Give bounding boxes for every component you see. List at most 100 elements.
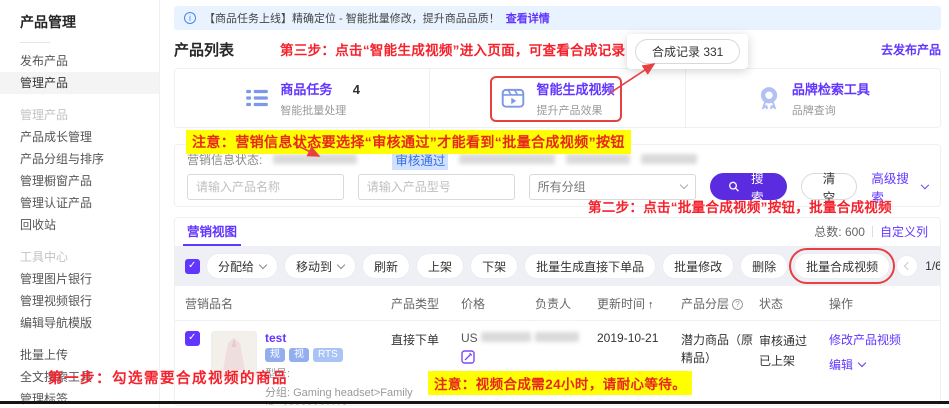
product-name-input[interactable] <box>196 180 335 194</box>
info-circle-icon: i <box>184 12 196 24</box>
modify-product-video-link[interactable]: 修改产品视频 <box>829 333 901 347</box>
blurred-price <box>481 332 531 342</box>
compose-record-button[interactable]: 合成记录 331 <box>635 39 740 64</box>
annotation-step1: 第一步：勾选需要合成视频的商品 <box>48 367 288 388</box>
sidebar-item-nav-template[interactable]: 编辑导航模版 <box>0 312 159 334</box>
chevron-down-icon <box>858 359 866 367</box>
edit-dropdown-link[interactable]: 编辑 <box>829 356 930 373</box>
product-model-field <box>358 174 515 200</box>
card-smart-video[interactable]: 智能生成视频 提升产品效果 <box>429 69 684 127</box>
sidebar-item-manage-product-sub[interactable]: 管理产品 <box>0 104 159 126</box>
blurred-status-option <box>273 154 357 164</box>
row-checkbox[interactable] <box>185 331 200 346</box>
col-price: 价格 <box>461 295 535 312</box>
col-type: 产品类型 <box>391 295 461 312</box>
move-to-label: 移动到 <box>296 258 332 275</box>
page-header: 产品列表 第三步：点击“智能生成视频”进入页面，可查看合成记录 去发布产品 <box>174 32 941 66</box>
product-tags: 规 视 RTS <box>265 348 413 362</box>
pagination: 1/60 <box>896 255 941 277</box>
sidebar-item-video-bank[interactable]: 管理视频银行 <box>0 290 159 312</box>
col-tier: 产品分层? <box>681 295 759 312</box>
card-subtitle: 智能批量处理 <box>280 102 360 118</box>
col-updated-label: 更新时间 <box>597 297 645 311</box>
product-name-field <box>187 174 344 200</box>
col-updated[interactable]: 更新时间 <box>597 295 681 312</box>
card-task-count: 4 <box>353 82 360 97</box>
annotation-step2: 第二步：点击“批量合成视频”按钮，批量合成视频 <box>588 196 892 216</box>
sidebar-item-product-growth[interactable]: 产品成长管理 <box>0 126 159 148</box>
status-listed: 已上架 <box>759 354 795 368</box>
publish-product-link[interactable]: 去发布产品 <box>881 41 941 58</box>
page-indicator: 1/60 <box>925 259 941 273</box>
divider <box>872 226 873 237</box>
prev-page-button[interactable] <box>896 255 918 277</box>
assign-to-button[interactable]: 分配给 <box>206 253 278 279</box>
price-currency: US <box>461 331 478 345</box>
table-summary: 总数: 600 自定义列 <box>814 223 928 246</box>
page-title: 产品列表 <box>174 39 234 60</box>
card-subtitle: 提升产品效果 <box>536 102 614 118</box>
product-management-screen: 产品管理 发布产品 管理产品 管理产品 产品成长管理 产品分组与排序 管理橱窗产… <box>0 0 949 408</box>
tab-marketing-view[interactable]: 营销视图 <box>187 221 237 246</box>
annotation-note-bottom: 注意：视频合成需24小时，请耐心等待。 <box>428 371 692 395</box>
list-on-button[interactable]: 上架 <box>416 253 464 279</box>
price-cell: US <box>461 331 535 367</box>
refresh-button[interactable]: 刷新 <box>362 253 410 279</box>
sidebar-item-image-bank[interactable]: 管理图片银行 <box>0 268 159 290</box>
blurred-status-option <box>641 154 697 164</box>
card-title: 智能生成视频 <box>536 79 614 98</box>
tag-badge: 视 <box>289 348 309 362</box>
clapperboard-icon <box>500 85 526 111</box>
annotation-step3: 第三步：点击“智能生成视频”进入页面，可查看合成记录 <box>280 39 625 59</box>
batch-compose-video-button[interactable]: 批量合成视频 <box>794 253 890 279</box>
sidebar-item-publish-product[interactable]: 发布产品 <box>0 50 159 72</box>
status-audit: 审核通过 <box>759 334 807 348</box>
status-cell: 审核通过 已上架 <box>759 331 829 372</box>
col-name: 营销品名 <box>185 295 391 312</box>
batch-edit-button[interactable]: 批量修改 <box>662 253 734 279</box>
chevron-down-icon <box>259 260 267 268</box>
col-owner: 负责人 <box>535 295 597 312</box>
sidebar-item-certified[interactable]: 管理认证产品 <box>0 192 159 214</box>
tag-badge: RTS <box>313 348 343 362</box>
updated-cell: 2019-10-21 <box>597 331 681 345</box>
list-icon <box>244 85 270 111</box>
banner-detail-link[interactable]: 查看详情 <box>506 10 550 26</box>
annotation-note-top: 注意：营销信息状态要选择“审核通过”才能看到“批量合成视频”按钮 <box>186 130 631 154</box>
blurred-owner <box>535 332 579 342</box>
edit-price-icon[interactable] <box>461 350 475 367</box>
batch-toolbar: 分配给 移动到 刷新 上架 下架 批量生成直接下单品 批量修改 删除 批量合成视… <box>175 246 940 286</box>
blurred-status-option <box>459 154 555 164</box>
sidebar: 产品管理 发布产品 管理产品 管理产品 产品成长管理 产品分组与排序 管理橱窗产… <box>0 0 160 408</box>
view-tabs: 营销视图 总数: 600 自定义列 <box>175 218 940 246</box>
sidebar-item-recycle-bin[interactable]: 回收站 <box>0 214 159 236</box>
chevron-left-icon <box>904 262 912 270</box>
col-status: 状态 <box>759 295 829 312</box>
card-brand-search[interactable]: 品牌检索工具 品牌查询 <box>685 69 940 127</box>
sidebar-divider <box>20 42 50 43</box>
chevron-down-icon <box>921 181 929 189</box>
product-model-input[interactable] <box>367 180 506 194</box>
feature-cards: 商品任务 4 智能批量处理 智能生成视频 提升产品效果 <box>174 68 941 128</box>
owner-cell <box>535 331 597 345</box>
sidebar-item-showcase[interactable]: 管理橱窗产品 <box>0 170 159 192</box>
question-circle-icon[interactable]: ? <box>732 299 743 310</box>
col-tier-label: 产品分层 <box>681 297 729 311</box>
table-header-row: 营销品名 产品类型 价格 负责人 更新时间 产品分层? 状态 操作 <box>175 286 940 321</box>
chevron-down-icon <box>337 260 345 268</box>
card-title: 品牌检索工具 <box>792 79 870 98</box>
sidebar-item-manage-product[interactable]: 管理产品 <box>0 72 159 94</box>
list-off-button[interactable]: 下架 <box>470 253 518 279</box>
batch-generate-direct-order-button[interactable]: 批量生成直接下单品 <box>524 253 656 279</box>
sidebar-item-batch-upload[interactable]: 批量上传 <box>0 344 159 366</box>
sidebar-title: 产品管理 <box>0 10 159 42</box>
sidebar-item-grouping-sort[interactable]: 产品分组与排序 <box>0 148 159 170</box>
card-product-task[interactable]: 商品任务 4 智能批量处理 <box>175 69 429 127</box>
move-to-button[interactable]: 移动到 <box>284 253 356 279</box>
medal-icon <box>756 85 782 111</box>
sidebar-item-manage-tags[interactable]: 管理标签 <box>0 388 159 408</box>
select-all-checkbox[interactable] <box>185 259 200 274</box>
delete-button[interactable]: 删除 <box>740 253 788 279</box>
customize-columns-link[interactable]: 自定义列 <box>880 223 928 240</box>
col-actions: 操作 <box>829 295 930 312</box>
